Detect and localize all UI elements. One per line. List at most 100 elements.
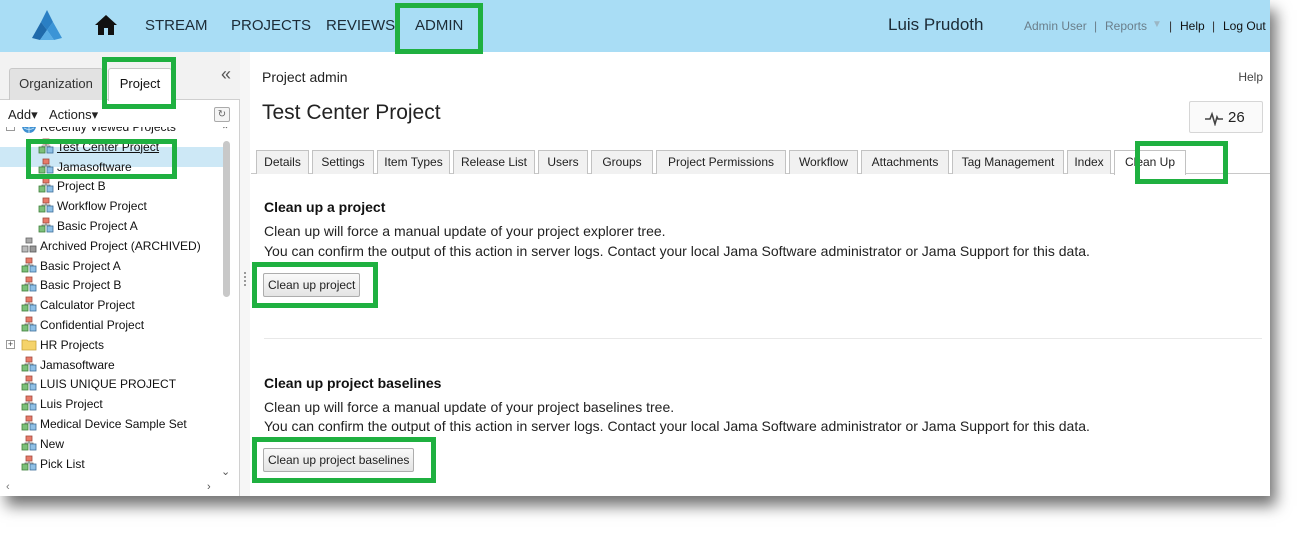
clean-up-project-button[interactable]: Clean up project — [263, 273, 361, 297]
globe-icon — [21, 127, 37, 134]
project-icon — [21, 356, 37, 372]
section-divider — [264, 338, 1262, 339]
tree-item-label: Test Center Project — [57, 139, 160, 154]
tree-item-label: Luis Project — [40, 397, 103, 412]
main-content: Project admin Help Test Center Project 2… — [251, 52, 1270, 496]
project-icon — [38, 138, 54, 154]
tree-item-label: Jamasoftware — [40, 357, 115, 372]
tab-item-types[interactable]: Item Types — [377, 150, 450, 174]
tree-item-label: Confidential Project — [40, 318, 145, 332]
tab-groups[interactable]: Groups — [591, 150, 653, 174]
tab-organization[interactable]: Organization — [9, 68, 103, 100]
app-window: STREAM PROJECTS REVIEWS ADMIN Luis Prudo… — [0, 0, 1270, 496]
tab-users[interactable]: Users — [538, 150, 588, 174]
nav-separator: | — [1212, 19, 1216, 33]
actions-menu-button[interactable]: Actions▾ — [49, 107, 98, 123]
tab-project[interactable]: Project — [108, 68, 172, 101]
tree-item[interactable]: Test Center Project — [38, 137, 159, 157]
scroll-down-icon[interactable]: ⌄ — [221, 465, 230, 478]
tree-item[interactable]: New — [21, 434, 64, 454]
activity-stream-button[interactable]: 26 — [1189, 101, 1263, 133]
admin-tabs: Details Settings Item Types Release List Use… — [251, 150, 1270, 175]
help-link[interactable]: Help — [1180, 19, 1205, 33]
tree-item[interactable]: Recently Viewed Projects — [21, 127, 176, 137]
tree-item[interactable]: Confidential Project — [21, 315, 144, 335]
scroll-left-icon[interactable]: ‹ — [6, 481, 10, 493]
tab-release-list[interactable]: Release List — [453, 150, 535, 174]
reports-link[interactable]: Reports — [1105, 19, 1147, 33]
tree-item[interactable]: Jamasoftware — [21, 355, 115, 375]
add-menu-button[interactable]: Add▾ — [8, 107, 38, 123]
section-description: You can confirm the output of this actio… — [264, 243, 1090, 259]
project-icon — [21, 415, 37, 431]
tab-workflow[interactable]: Workflow — [789, 150, 858, 174]
project-icon — [21, 316, 37, 332]
folder-icon — [21, 336, 37, 352]
project-icon — [21, 395, 37, 411]
admin-user-link[interactable]: Admin User — [1024, 19, 1087, 33]
splitter-grip-icon[interactable] — [244, 272, 246, 286]
jama-logo-icon[interactable] — [26, 8, 68, 44]
tree-item[interactable]: Pick List — [21, 454, 85, 474]
breadcrumb: Project admin — [262, 69, 348, 85]
project-icon — [21, 455, 37, 471]
tree-item-label: Basic Project A — [57, 219, 138, 233]
refresh-icon[interactable]: ↻ — [214, 107, 230, 122]
tree-item[interactable]: HR Projects — [21, 335, 104, 355]
collapse-panel-icon[interactable]: « — [221, 64, 231, 85]
tree-scrollbar-thumb[interactable] — [223, 141, 230, 297]
tab-settings[interactable]: Settings — [312, 150, 374, 174]
tree-item-label: Medical Device Sample Set — [40, 417, 187, 431]
home-icon[interactable] — [94, 14, 118, 36]
activity-count: 26 — [1228, 109, 1245, 126]
tree-item-label: New — [40, 436, 65, 451]
page-help-link[interactable]: Help — [1238, 70, 1263, 84]
project-tree[interactable]: Recently Viewed Projects − Test Center Pro… — [0, 127, 240, 496]
tab-index[interactable]: Index — [1067, 150, 1111, 174]
project-icon — [21, 375, 37, 391]
tree-item[interactable]: Calculator Project — [21, 295, 135, 315]
tab-tag-management[interactable]: Tag Management — [952, 150, 1064, 174]
tree-item-label: HR Projects — [40, 337, 105, 352]
tab-project-permissions[interactable]: Project Permissions — [656, 150, 786, 174]
nav-admin-link[interactable]: ADMIN — [415, 17, 463, 34]
tree-item[interactable]: Project B — [38, 176, 106, 196]
tree-item[interactable]: Jamasoftware — [38, 157, 132, 177]
tree-item[interactable]: Workflow Project — [38, 196, 147, 216]
tab-attachments[interactable]: Attachments — [861, 150, 949, 174]
project-icon — [21, 435, 37, 451]
section-description: Clean up will force a manual update of y… — [264, 223, 666, 239]
tree-item[interactable]: Archived Project (ARCHIVED) — [21, 236, 201, 256]
tree-item[interactable]: Basic Project B — [21, 275, 121, 295]
expand-node-icon[interactable]: + — [6, 339, 15, 349]
nav-separator: | — [1094, 19, 1098, 33]
reports-dropdown-icon[interactable]: ▼ — [1152, 19, 1162, 30]
tab-clean-up[interactable]: Clean Up — [1114, 150, 1186, 175]
clean-up-project-baselines-button[interactable]: Clean up project baselines — [263, 448, 415, 472]
project-icon — [21, 296, 37, 312]
explorer-tabs: Organization Project « — [0, 52, 240, 101]
nav-separator: | — [1169, 19, 1173, 33]
project-icon — [21, 276, 37, 292]
scroll-up-icon[interactable]: ⌃ — [221, 127, 229, 136]
project-icon — [21, 257, 37, 273]
logout-link[interactable]: Log Out — [1223, 19, 1266, 33]
tree-item[interactable]: Basic Project A — [38, 216, 138, 236]
nav-stream-link[interactable]: STREAM — [145, 17, 208, 34]
top-navigation-bar: STREAM PROJECTS REVIEWS ADMIN Luis Prudo… — [0, 0, 1270, 52]
scroll-right-icon[interactable]: › — [207, 481, 211, 493]
tree-item-label: Basic Project A — [40, 258, 121, 273]
nav-reviews-link[interactable]: REVIEWS — [326, 17, 395, 34]
tree-item[interactable]: Medical Device Sample Set — [21, 414, 187, 434]
collapse-node-icon[interactable]: − — [6, 127, 15, 131]
tree-item[interactable]: LUIS UNIQUE PROJECT — [21, 374, 176, 394]
project-icon — [38, 217, 54, 233]
tree-item[interactable]: Basic Project A — [21, 256, 121, 276]
tree-item-label: Pick List — [40, 456, 85, 471]
tab-details[interactable]: Details — [256, 150, 309, 174]
section-description: You can confirm the output of this actio… — [264, 418, 1090, 434]
project-icon — [38, 158, 54, 174]
tree-item-label: Calculator Project — [40, 298, 135, 313]
tree-item[interactable]: Luis Project — [21, 394, 103, 414]
nav-projects-link[interactable]: PROJECTS — [231, 17, 311, 34]
